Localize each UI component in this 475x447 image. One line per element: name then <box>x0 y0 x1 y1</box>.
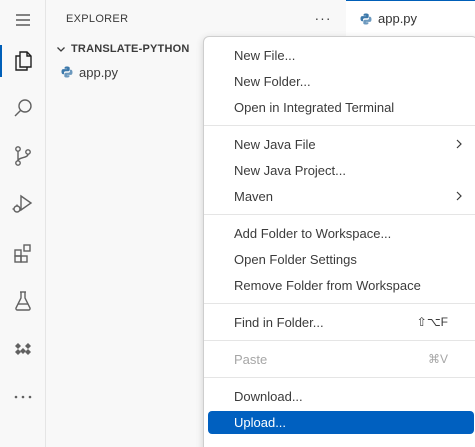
shortcut-paste: ⌘V <box>427 352 448 366</box>
shortcut-find-in-folder: ⇧⌥F <box>416 315 448 329</box>
more-icon <box>14 395 32 399</box>
menu-maven[interactable]: Maven <box>208 185 474 208</box>
file-name: app.py <box>79 64 119 80</box>
activity-bar <box>0 0 46 447</box>
tab-app-py[interactable]: app.py <box>346 0 475 36</box>
activity-explorer[interactable] <box>0 41 46 81</box>
menu-separator <box>204 303 475 304</box>
context-menu: New File... New Folder... Open in Integr… <box>203 36 475 447</box>
chevron-right-icon <box>456 191 462 201</box>
search-icon <box>14 99 32 117</box>
file-item[interactable]: app.py <box>61 62 118 82</box>
remote-icon <box>15 343 31 355</box>
menu-separator <box>204 125 475 126</box>
menu-download[interactable]: Download... <box>208 385 474 408</box>
editor-tab-bar: app.py <box>346 0 475 36</box>
source-control-icon <box>15 146 31 166</box>
menu-separator <box>204 340 475 341</box>
menu-new-java-project[interactable]: New Java Project... <box>208 159 474 182</box>
menu-open-terminal[interactable]: Open in Integrated Terminal <box>208 96 474 119</box>
python-file-icon <box>61 66 73 78</box>
extensions-icon <box>14 244 31 263</box>
menu-separator <box>204 377 475 378</box>
menu-new-folder[interactable]: New Folder... <box>208 70 474 93</box>
run-debug-icon <box>12 194 33 213</box>
menu-new-file[interactable]: New File... <box>208 44 474 67</box>
menu-remove-folder[interactable]: Remove Folder from Workspace <box>208 274 474 297</box>
activity-run-debug[interactable] <box>0 184 46 224</box>
activity-source-control[interactable] <box>0 136 46 176</box>
menu-add-folder-workspace[interactable]: Add Folder to Workspace... <box>208 222 474 245</box>
menu-separator <box>204 214 475 215</box>
activity-more[interactable] <box>0 377 46 417</box>
more-actions-button[interactable]: ··· <box>313 9 333 29</box>
menu-upload[interactable]: Upload... <box>208 411 474 434</box>
chevron-down-icon <box>57 47 65 52</box>
menu-open-folder-settings[interactable]: Open Folder Settings <box>208 248 474 271</box>
activity-extensions[interactable] <box>0 233 46 273</box>
files-icon <box>15 51 32 71</box>
folder-name: TRANSLATE-PYTHON <box>71 43 190 55</box>
hamburger-icon <box>16 14 30 26</box>
explorer-title: EXPLORER <box>66 13 129 25</box>
flask-icon <box>15 291 31 311</box>
activity-testing[interactable] <box>0 281 46 321</box>
menu-new-java-file[interactable]: New Java File <box>208 133 474 156</box>
python-file-icon <box>360 13 372 24</box>
menu-find-in-folder[interactable]: Find in Folder... ⇧⌥F <box>208 311 474 334</box>
menu-paste: Paste ⌘V <box>234 352 448 367</box>
activity-search[interactable] <box>0 88 46 128</box>
activity-remote[interactable] <box>0 329 46 369</box>
tab-label: app.py <box>378 11 418 26</box>
folder-row[interactable]: TRANSLATE-PYTHON <box>55 40 190 58</box>
menu-button[interactable] <box>0 0 46 40</box>
chevron-right-icon <box>456 139 462 149</box>
